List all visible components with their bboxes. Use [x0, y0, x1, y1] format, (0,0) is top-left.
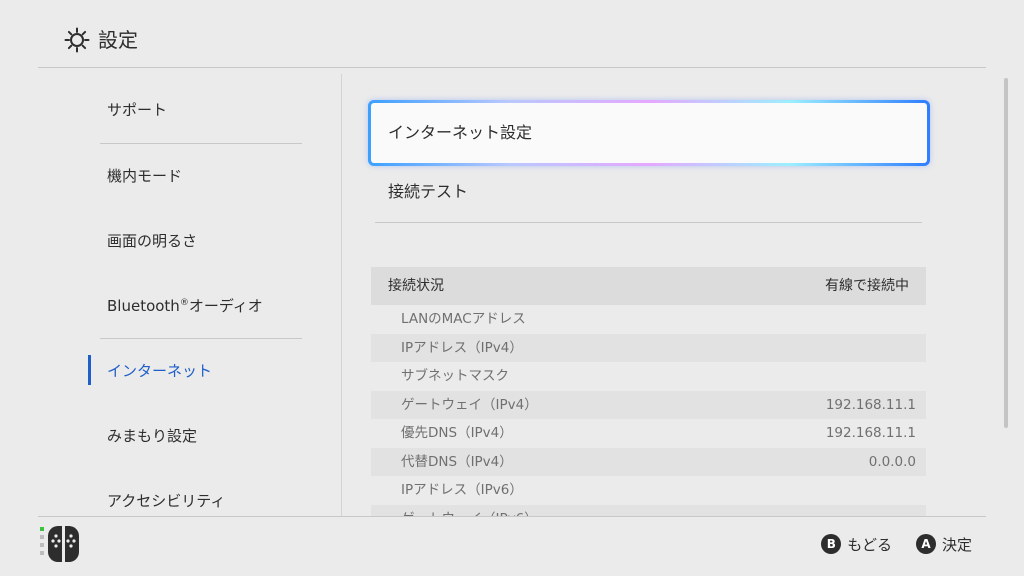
detail-value: 192.168.11.1 [825, 396, 916, 413]
main-panel: インターネット設定 接続テスト 接続状況 有線で接続中 LANのMACアドレス … [342, 68, 1006, 516]
sidebar-item-accessibility[interactable]: アクセシビリティ [88, 469, 303, 516]
sidebar-item-airplane-mode[interactable]: 機内モード [88, 144, 303, 208]
detail-label: 代替DNS（IPv4） [401, 453, 513, 470]
registered-mark: ® [179, 298, 189, 308]
confirm-action[interactable]: A 決定 [915, 534, 972, 555]
status-label: 接続状況 [388, 278, 444, 294]
sidebar-item-label: アクセシビリティ [107, 492, 226, 510]
joycon-icon [40, 526, 79, 562]
bluetooth-label: Bluetooth [107, 297, 180, 315]
sidebar-item-label: インターネット [107, 362, 213, 380]
sidebar-item-support[interactable]: サポート [88, 78, 303, 142]
active-indicator [88, 355, 91, 385]
page-title: 設定 [98, 28, 138, 52]
connection-test-button[interactable]: 接続テスト [388, 180, 468, 204]
header: 設定 [0, 0, 1024, 68]
detail-row-gateway-ipv4: ゲートウェイ（IPv4） 192.168.11.1 [371, 390, 926, 419]
a-button-icon: A [915, 534, 936, 554]
status-value: 有線で接続中 [825, 278, 909, 294]
sidebar-item-brightness[interactable]: 画面の明るさ [88, 209, 303, 273]
gear-icon [64, 27, 90, 53]
detail-row-primary-dns: 優先DNS（IPv4） 192.168.11.1 [371, 419, 926, 448]
b-button-icon: B [821, 534, 842, 554]
sidebar-item-label: みまもり設定 [107, 427, 198, 445]
detail-row-subnet: サブネットマスク [371, 362, 926, 391]
detail-label: LANのMACアドレス [401, 311, 526, 327]
internet-settings-button[interactable]: インターネット設定 [368, 100, 930, 166]
sidebar-item-label: サポート [107, 101, 168, 119]
menu-item-label: インターネット設定 [388, 123, 533, 142]
detail-row-ipv4: IPアドレス（IPv4） [371, 333, 926, 362]
footer-actions: B もどる A 決定 [821, 531, 972, 557]
sidebar-item-label: 画面の明るさ [107, 232, 198, 250]
sidebar-item-label: 機内モード [107, 167, 183, 185]
confirm-label: 決定 [941, 535, 972, 554]
back-action[interactable]: B もどる [821, 534, 892, 555]
detail-label: ゲートウェイ（IPv6） [401, 505, 538, 517]
sidebar-item-internet[interactable]: インターネット [88, 339, 303, 403]
detail-label: サブネットマスク [401, 368, 509, 384]
detail-row-mac: LANのMACアドレス [371, 305, 926, 334]
sidebar-item-parental-controls[interactable]: みまもり設定 [88, 404, 303, 468]
back-label: もどる [847, 535, 892, 554]
menu-divider [375, 222, 922, 223]
detail-row-gateway-ipv6: ゲートウェイ（IPv6） [371, 504, 926, 517]
scrollbar[interactable] [1004, 78, 1008, 428]
detail-label: IPアドレス（IPv4） [401, 339, 523, 356]
connection-status-row: 接続状況 有線で接続中 [371, 267, 926, 305]
sidebar-item-bluetooth-audio[interactable]: Bluetooth®オーディオ [88, 274, 303, 338]
audio-label: オーディオ [188, 297, 263, 315]
sidebar-item-label: Bluetooth®オーディオ [107, 297, 263, 315]
footer-divider [38, 516, 986, 517]
detail-label: ゲートウェイ（IPv4） [401, 396, 538, 413]
detail-row-secondary-dns: 代替DNS（IPv4） 0.0.0.0 [371, 447, 926, 476]
sidebar: サポート 機内モード 画面の明るさ Bluetooth®オーディオ インターネッ… [88, 78, 303, 516]
detail-value: 192.168.11.1 [825, 425, 916, 441]
detail-label: 優先DNS（IPv4） [401, 425, 513, 441]
detail-label: IPアドレス（IPv6） [401, 482, 523, 498]
detail-row-ipv6: IPアドレス（IPv6） [371, 476, 926, 505]
detail-value: 0.0.0.0 [868, 453, 916, 470]
